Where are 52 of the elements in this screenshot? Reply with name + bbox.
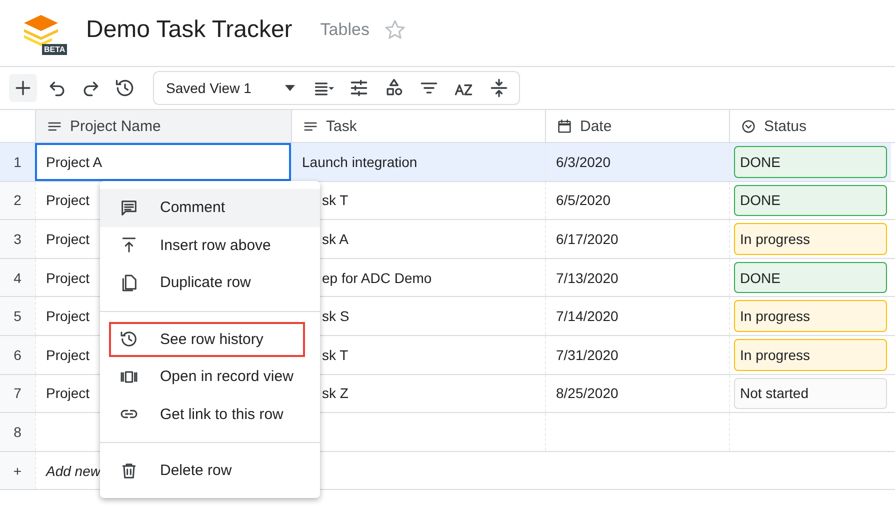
- add-row-icon[interactable]: +: [0, 452, 35, 490]
- table-cell: sk T: [322, 192, 348, 208]
- beta-badge: BETA: [42, 44, 68, 55]
- adjust-icon: [348, 77, 370, 99]
- calendar-icon: [556, 118, 573, 134]
- table-cell: sk A: [322, 230, 348, 247]
- table-cell: Project A: [35, 143, 291, 181]
- table-cell: 6/17/2020: [545, 220, 729, 258]
- view-dropdown[interactable]: Saved View 1: [158, 80, 303, 96]
- comment-icon: [119, 198, 139, 218]
- row-number[interactable]: 6: [0, 336, 35, 374]
- row-number[interactable]: 8: [0, 413, 35, 451]
- row-number[interactable]: 3: [0, 220, 35, 258]
- history-icon: [114, 77, 136, 99]
- history-icon: [119, 329, 139, 350]
- table-cell: 7/13/2020: [545, 258, 729, 296]
- menu-item[interactable]: Delete row: [100, 452, 320, 490]
- collapse-icon: [488, 77, 510, 99]
- table-cell: 6/3/2020: [545, 143, 729, 181]
- table-cell: sk S: [322, 308, 350, 324]
- status-tag[interactable]: Not started: [734, 378, 887, 410]
- product-name: Tables: [320, 20, 370, 40]
- status-tag[interactable]: DONE: [734, 262, 887, 294]
- menu-item[interactable]: Comment: [100, 189, 320, 226]
- row-number[interactable]: 2: [0, 182, 35, 220]
- row-number[interactable]: 4: [0, 258, 35, 296]
- column-header[interactable]: Status: [729, 110, 891, 142]
- document-title: Demo Task Tracker: [86, 16, 292, 44]
- status-tag[interactable]: In progress: [734, 223, 887, 255]
- star-icon[interactable]: [383, 18, 408, 42]
- table-cell: 8/25/2020: [545, 374, 729, 412]
- table-cell: Launch integration: [302, 154, 418, 170]
- column-header[interactable]: Task: [291, 110, 545, 142]
- row-number[interactable]: 7: [0, 374, 35, 412]
- status-tag[interactable]: In progress: [734, 338, 887, 371]
- row-number[interactable]: 1: [0, 143, 35, 181]
- table-cell: sk T: [322, 346, 348, 363]
- status-tag[interactable]: DONE: [734, 184, 887, 216]
- table-cell: ep for ADC Demo: [322, 270, 432, 286]
- dropdown-column-icon: [740, 118, 757, 134]
- table-cell: sk Z: [322, 385, 348, 402]
- table-cell: 7/14/2020: [545, 297, 729, 335]
- table-cell: 6/5/2020: [545, 182, 729, 220]
- column-header[interactable]: Project Name: [35, 110, 291, 142]
- status-tag[interactable]: In progress: [734, 300, 887, 332]
- add-button[interactable]: [9, 74, 37, 102]
- logo-icon: [22, 13, 60, 47]
- caret-icon: [285, 85, 295, 91]
- status-tag[interactable]: DONE: [734, 146, 887, 178]
- row-number[interactable]: 5: [0, 297, 35, 335]
- column-header[interactable]: Date: [545, 110, 729, 142]
- table-cell: 7/31/2020: [545, 336, 729, 374]
